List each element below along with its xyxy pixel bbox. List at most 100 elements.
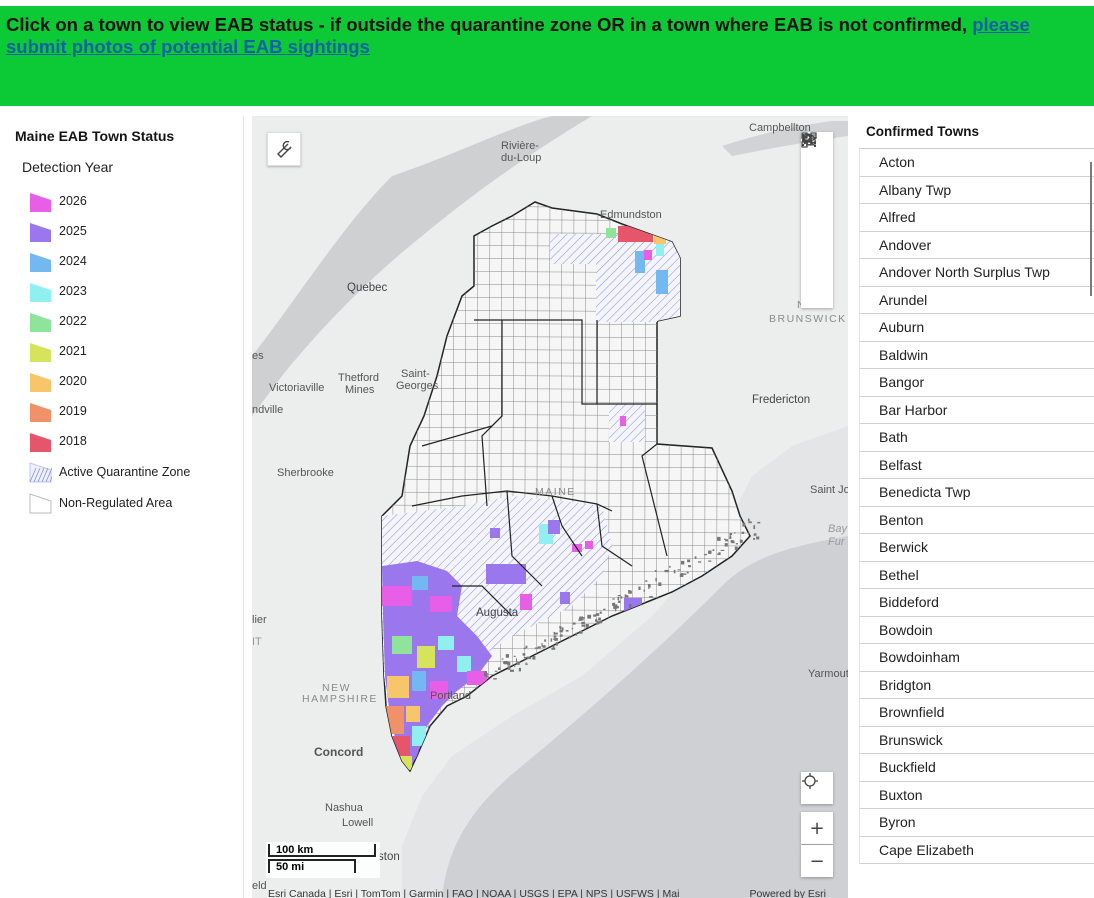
search-button[interactable] [801, 133, 833, 188]
legend-label: Active Quarantine Zone [59, 464, 191, 479]
legend-item-nonreg: Non-Regulated Area [29, 487, 190, 518]
zoom-out-button[interactable]: − [801, 845, 833, 877]
legend-label: 2021 [59, 344, 87, 358]
legend-swatch [30, 192, 51, 212]
legend-item: 2025 [29, 216, 190, 246]
legend-swatch [30, 402, 51, 422]
legend-swatch [30, 252, 51, 272]
legend-swatch [30, 342, 51, 362]
legend-subtitle: Detection Year [22, 159, 114, 175]
legend-title: Maine EAB Town Status [15, 128, 175, 144]
map-view[interactable]: Campbellton Rivière- du-Loup Edmundston … [252, 116, 848, 898]
locate-icon [802, 773, 818, 789]
label-sherbrooke: Sherbrooke [277, 467, 334, 479]
locate-button[interactable] [801, 772, 833, 804]
legend-item: 2019 [29, 396, 190, 426]
town-item[interactable]: Cape Elizabeth [859, 836, 1094, 864]
town-item[interactable]: Biddeford [859, 589, 1094, 617]
town-item[interactable]: Acton [859, 149, 1094, 177]
town-item[interactable]: Bangor [859, 369, 1094, 397]
legend-label: 2020 [59, 374, 87, 388]
legend-item: 2018 [29, 426, 190, 456]
legend-swatch [30, 432, 51, 452]
legend-label: 2023 [59, 284, 87, 298]
layers-button[interactable] [801, 133, 833, 244]
zoom-in-button[interactable]: + [801, 812, 833, 844]
map-attribution: Esri Canada | Esri | TomTom | Garmin | F… [268, 888, 836, 898]
label-georges: Georges [396, 380, 439, 392]
towns-list: Acton Albany Twp Alfred Andover Andover Nort… [859, 148, 1094, 864]
town-item[interactable]: Bridgton [859, 671, 1094, 699]
legend-panel: Maine EAB Town Status Detection Year 202… [0, 116, 244, 898]
label-ndville: ndville [252, 404, 284, 416]
label-fur: Fur [828, 536, 845, 548]
banner-text: Click on a town to view EAB status - if … [6, 14, 973, 35]
collapse-left-button[interactable] [801, 134, 833, 300]
label-victoriaville: Victoriaville [269, 382, 325, 394]
label-riviere: Rivière- [501, 140, 539, 152]
banner-instructions: Click on a town to view EAB status - if … [6, 14, 1076, 58]
legend-button[interactable] [801, 134, 833, 216]
label-maine: MAINE [535, 486, 576, 498]
legend-label: 2024 [59, 254, 87, 268]
legend-swatch [30, 282, 51, 302]
town-item[interactable]: Brunswick [859, 726, 1094, 754]
town-item[interactable]: Bath [859, 424, 1094, 452]
town-item[interactable]: Andover North Surplus Twp [859, 259, 1094, 287]
town-item[interactable]: Andover [859, 231, 1094, 259]
qr-code-button[interactable] [801, 132, 833, 272]
towns-scrollbar[interactable] [1090, 162, 1092, 296]
town-item[interactable]: Brownfield [859, 699, 1094, 727]
town-item[interactable]: Byron [859, 809, 1094, 837]
label-portland: Portland [430, 690, 471, 702]
map-canvas[interactable] [252, 116, 848, 898]
label-thetford: Thetford [338, 372, 379, 384]
attribution-text: Esri Canada | Esri | TomTom | Garmin | F… [268, 888, 680, 898]
town-item[interactable]: Belfast [859, 451, 1094, 479]
label-edmundston: Edmundston [600, 209, 662, 221]
label-fredericton: Fredericton [752, 394, 811, 406]
town-item[interactable]: Benedicta Twp [859, 479, 1094, 507]
town-item[interactable]: Buxton [859, 781, 1094, 809]
label-yarmouth: Yarmout [808, 668, 848, 680]
town-item[interactable]: Baldwin [859, 341, 1094, 369]
label-bay: Bay [828, 523, 847, 535]
legend-item-quarantine: Active Quarantine Zone [29, 456, 190, 487]
town-item[interactable]: Bowdoinham [859, 644, 1094, 672]
legend-label: 2018 [59, 434, 87, 448]
town-item[interactable]: Alfred [859, 204, 1094, 232]
town-item[interactable]: Arundel [859, 286, 1094, 314]
scale-bar: 100 km 50 mi [266, 842, 380, 878]
town-item[interactable]: Bowdoin [859, 616, 1094, 644]
label-nashua: Nashua [325, 802, 363, 814]
label-augusta: Augusta [476, 607, 519, 619]
legend-label: 2026 [59, 194, 87, 208]
town-item[interactable]: Bethel [859, 561, 1094, 589]
scale-mi: 50 mi [268, 859, 356, 873]
towns-title: Confirmed Towns [866, 124, 979, 139]
legend-label: 2025 [59, 224, 87, 238]
label-du-loup: du-Loup [501, 152, 542, 164]
non-regulated-swatch [29, 493, 52, 514]
wrench-icon [277, 140, 292, 158]
label-eld: eld [252, 880, 267, 892]
town-item[interactable]: Benton [859, 506, 1094, 534]
town-item[interactable]: Buckfield [859, 754, 1094, 782]
legend-swatch [30, 312, 51, 332]
map-toolbar [801, 132, 833, 308]
label-brunswick: BRUNSWICK [769, 313, 847, 325]
label-saint-john: Saint Jo [810, 484, 848, 496]
tools-button[interactable] [267, 132, 301, 166]
town-item[interactable]: Albany Twp [859, 176, 1094, 204]
powered-by-esri[interactable]: Powered by Esri [750, 888, 826, 898]
label-saint: Saint- [401, 368, 430, 380]
label-lier: lier [252, 614, 267, 626]
town-item[interactable]: Berwick [859, 534, 1094, 562]
town-item[interactable]: Bar Harbor [859, 396, 1094, 424]
legend-item: 2023 [29, 276, 190, 306]
label-concord: Concord [314, 745, 364, 759]
label-nh-hampshire: HAMPSHIRE [302, 693, 378, 705]
confirmed-towns-panel: Confirmed Towns Acton Albany Twp Alfred And… [857, 116, 1094, 898]
town-item[interactable]: Auburn [859, 314, 1094, 342]
label-lowell: Lowell [342, 817, 374, 829]
